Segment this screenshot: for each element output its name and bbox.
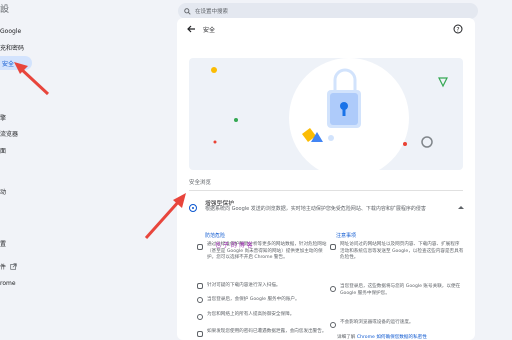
right-row: 当您登录后，这些数据将与您的 Google 账号关联，以便在 Google 服务… bbox=[340, 284, 461, 296]
sidebar-item-browser[interactable]: 流览器 bbox=[0, 126, 18, 140]
security-illustration bbox=[189, 58, 463, 170]
search-icon bbox=[184, 7, 191, 15]
globe-icon bbox=[197, 314, 203, 320]
sidebar-item-autofill[interactable]: 充和密码 bbox=[0, 40, 24, 54]
sidebar: 設 Google 充和密码 安全 擎 流览器 面 动 置 件 rome bbox=[0, 5, 160, 340]
privacy-link-text[interactable]: Chrome 如何确保您数据的私密性 bbox=[357, 335, 427, 340]
speed-icon bbox=[330, 322, 336, 328]
sidebar-item-startup[interactable]: 动 bbox=[0, 184, 6, 198]
right-row: 网址访问过的网站网址以及网页内容、下载内容、扩展程序活动和系统信息等发送至 Go… bbox=[340, 242, 464, 260]
search-placeholder: 在设置中搜索 bbox=[195, 9, 229, 15]
sidebar-item-extensions-label: 件 bbox=[0, 263, 7, 271]
left-row: 为您和网络上的所有人提高防御安全保障。 bbox=[207, 312, 295, 317]
right-row: 不会影响浏览器或设备的运行速度。 bbox=[340, 320, 414, 325]
left-row: 针对可疑的下载内容进行深入扫描。 bbox=[207, 283, 281, 288]
download-icon bbox=[197, 283, 203, 289]
key-icon bbox=[197, 331, 203, 337]
sidebar-item-appearance[interactable]: 面 bbox=[0, 143, 6, 157]
shield-icon bbox=[197, 297, 203, 303]
left-column-heading: 防范危险 bbox=[205, 233, 226, 239]
option-description: 根据系统向 Google 发送的浏览数据，实时地主动保护您免受危险网站、下载内容… bbox=[205, 206, 426, 212]
link-icon bbox=[330, 244, 336, 250]
page-title: 安全 bbox=[203, 27, 216, 34]
privacy-link-prefix: 详细了解 bbox=[337, 335, 356, 340]
card-header: 安全 ? bbox=[177, 18, 475, 42]
search-input[interactable]: 在设置中搜索 bbox=[178, 3, 478, 19]
svg-text:?: ? bbox=[456, 26, 459, 33]
sidebar-logo: 設 bbox=[0, 5, 10, 15]
safe-browsing-label: 安全浏览 bbox=[189, 180, 212, 186]
enhanced-protection-radio[interactable] bbox=[189, 204, 197, 212]
sidebar-item-reset[interactable]: 置 bbox=[0, 236, 6, 250]
sidebar-item-google[interactable]: Google bbox=[0, 24, 21, 38]
enhanced-protection-option[interactable]: 增强型保护 根据系统向 Google 发送的浏览数据，实时地主动保护您免受危险网… bbox=[185, 194, 465, 226]
sidebar-item-search-engine[interactable]: 擎 bbox=[0, 110, 6, 124]
chevron-up-icon[interactable] bbox=[457, 204, 465, 212]
privacy-link[interactable]: 详细了解 Chrome 如何确保您数据的私密性 bbox=[337, 334, 427, 340]
right-column-heading: 注意事项 bbox=[336, 233, 357, 239]
back-arrow-icon[interactable] bbox=[186, 24, 196, 34]
external-link-icon bbox=[10, 262, 17, 270]
sidebar-item-extensions[interactable]: 件 bbox=[0, 259, 17, 273]
watermark-text: 也 子 的 博 客 bbox=[215, 242, 253, 249]
chart-icon bbox=[197, 244, 203, 250]
account-icon bbox=[330, 286, 336, 292]
left-row: 当您登录后，会保护 Google 服务中的账户。 bbox=[207, 297, 300, 302]
left-row: 如果发现您使用的密码已遭遇数据泄露，会向您发出警告。 bbox=[207, 329, 327, 334]
divider bbox=[189, 190, 463, 191]
security-card: 安全 ? 安全浏览 增强型保护 根据系统向 Google 发送的浏览数据，实时地… bbox=[177, 18, 475, 340]
help-icon[interactable]: ? bbox=[453, 24, 463, 34]
sidebar-item-security[interactable]: 安全 bbox=[0, 56, 32, 70]
sidebar-item-about-chrome[interactable]: rome bbox=[0, 276, 16, 290]
